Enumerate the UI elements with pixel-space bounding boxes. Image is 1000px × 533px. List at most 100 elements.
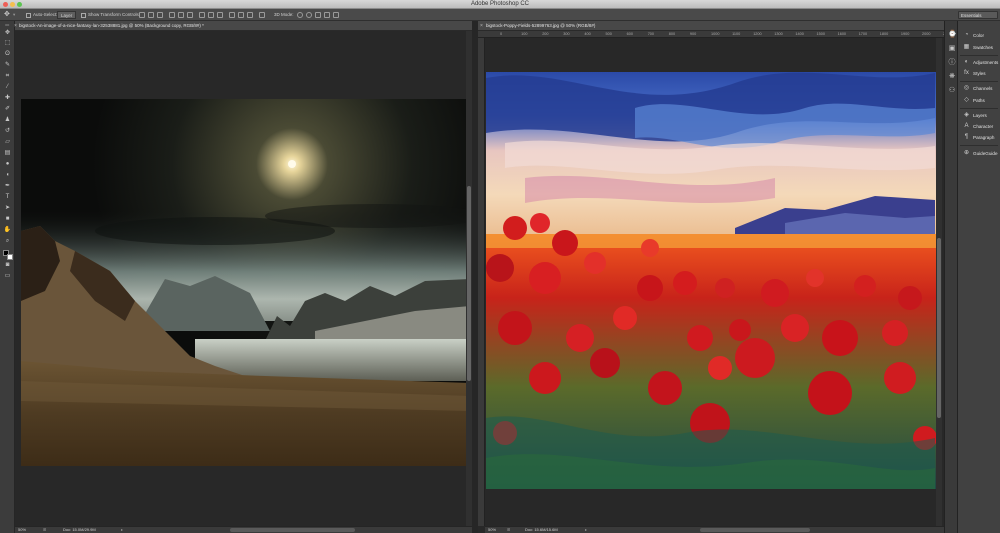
align-left-icon[interactable] — [169, 12, 175, 18]
gradient-tool-icon[interactable]: ▤ — [3, 150, 12, 157]
distribute-right-icon[interactable] — [247, 12, 253, 18]
panel-color[interactable]: ◔ Color — [958, 31, 1000, 41]
styles-icon: fx — [964, 70, 969, 76]
document-2-zoom[interactable]: 50% — [488, 527, 496, 533]
pen-tool-icon[interactable]: ✒ — [3, 183, 12, 190]
document-2-status-menu-icon[interactable]: ▸ — [585, 527, 587, 533]
align-bottom-icon[interactable] — [157, 12, 163, 18]
color-wheel-icon: ◔ — [964, 32, 969, 38]
rectangle-tool-icon[interactable]: ■ — [3, 216, 12, 223]
document-tab-2[interactable]: × bigstock-Poppy-Fields-52899763.jpg @ 5… — [478, 21, 944, 31]
move-tool-icon[interactable]: ✥ — [4, 11, 10, 19]
properties-panel-icon[interactable]: ▣ — [948, 45, 956, 53]
show-transform-checkbox[interactable] — [81, 13, 86, 18]
horizontal-ruler[interactable]: 0 100 200 300 400 500 600 700 800 900 1000 1100 1200… — [478, 31, 952, 38]
ruler-tick-label: 0 — [500, 32, 503, 36]
document-1-status-menu-icon[interactable]: ▸ — [121, 527, 123, 533]
panel-styles[interactable]: fx Styles — [958, 69, 1000, 79]
document-2-horizontal-scroll-thumb[interactable] — [700, 528, 810, 532]
eyedropper-tool-icon[interactable]: ⁄ — [3, 84, 12, 91]
panel-paragraph[interactable]: ¶ Paragraph — [958, 133, 1000, 143]
document-2-doc-info: Doc: 15.6M/15.6M — [525, 527, 558, 532]
auto-select-checkbox[interactable] — [26, 13, 31, 18]
hand-tool-icon[interactable]: ✋ — [3, 227, 12, 234]
zoom-tool-icon[interactable]: ⌕ — [3, 238, 12, 245]
options-bar: ✥ ▾ Auto-Select: Layer Show Transform Co… — [0, 9, 1000, 21]
show-transform-label: Show Transform Controls — [88, 12, 139, 17]
ruler-tick-label: 1100 — [732, 32, 741, 36]
3d-rotate-icon[interactable] — [297, 12, 303, 18]
history-panel-icon[interactable]: ⌚ — [948, 31, 957, 39]
3d-roll-icon[interactable] — [306, 12, 312, 18]
panel-layers[interactable]: ◈ Layers — [958, 111, 1000, 121]
document-2-share-icon[interactable]: ⊞ — [507, 527, 510, 533]
healing-brush-tool-icon[interactable]: ✚ — [3, 95, 12, 102]
history-brush-tool-icon[interactable]: ↺ — [3, 128, 12, 135]
ruler-tick-label: 1700 — [858, 32, 868, 36]
document-1-canvas[interactable] — [15, 31, 472, 526]
align-vertical-center-icon[interactable] — [148, 12, 154, 18]
document-2-vertical-scroll-thumb[interactable] — [937, 238, 941, 418]
screen-mode-icon[interactable]: ▭ — [3, 273, 12, 280]
panel-paragraph-label: Paragraph — [973, 135, 995, 140]
distribute-hcenter-icon[interactable] — [238, 12, 244, 18]
3d-scale-icon[interactable] — [333, 12, 339, 18]
panel-adjustments[interactable]: ◐ Adjustments — [958, 58, 1000, 68]
document-1-vertical-scroll-thumb[interactable] — [467, 186, 471, 381]
3d-slide-icon[interactable] — [324, 12, 330, 18]
poppy-fields-painting-image — [485, 38, 944, 526]
document-tab-1[interactable]: × bigstock-An-image-of-a-nice-fantasy-la… — [14, 21, 472, 31]
workspace-switcher[interactable]: Essentials — [958, 11, 998, 19]
lasso-tool-icon[interactable]: ʘ — [3, 51, 12, 58]
align-top-icon[interactable] — [139, 12, 145, 18]
ruler-tick-label: 100 — [521, 32, 528, 36]
move-tool-icon[interactable]: ✥ — [3, 30, 12, 37]
document-2-title: bigstock-Poppy-Fields-52899763.jpg @ 50%… — [486, 23, 596, 28]
panel-paths[interactable]: ◇ Paths — [958, 96, 1000, 106]
ruler-tick-label: 1800 — [879, 32, 889, 36]
distribute-top-icon[interactable] — [199, 12, 205, 18]
blur-tool-icon[interactable]: ● — [3, 161, 12, 168]
document-2-canvas[interactable] — [485, 38, 944, 526]
info-panel-icon[interactable]: ⓘ — [948, 59, 956, 67]
panel-layers-label: Layers — [973, 113, 987, 118]
brush-panel-icon[interactable]: ❋ — [948, 73, 956, 81]
quick-mask-icon[interactable]: ◙ — [3, 262, 12, 269]
document-2-vertical-scrollbar[interactable] — [936, 38, 942, 526]
clone-stamp-tool-icon[interactable]: ♟ — [3, 117, 12, 124]
panel-swatches[interactable]: ▦ Swatches — [958, 43, 1000, 53]
dodge-tool-icon[interactable]: ◖ — [3, 172, 12, 179]
document-1-horizontal-scroll-thumb[interactable] — [230, 528, 355, 532]
panel-guideguide[interactable]: ⊕ GuideGuide — [958, 149, 1000, 159]
close-document-2-icon[interactable]: × — [480, 23, 485, 29]
align-horizontal-center-icon[interactable] — [178, 12, 184, 18]
tool-preset-chevron-icon[interactable]: ▾ — [13, 11, 15, 19]
auto-select-dropdown[interactable]: Layer — [57, 11, 77, 19]
vertical-ruler[interactable] — [478, 38, 485, 526]
distribute-center-icon[interactable] — [208, 12, 214, 18]
tools-panel-grip-icon[interactable]: ▸▸ — [3, 23, 12, 27]
panel-character[interactable]: A Character — [958, 122, 1000, 132]
panel-character-label: Character — [973, 124, 994, 129]
distribute-left-icon[interactable] — [229, 12, 235, 18]
auto-align-layers-icon[interactable] — [259, 12, 265, 18]
3d-pan-icon[interactable] — [315, 12, 321, 18]
clone-source-panel-icon[interactable]: ⚇ — [948, 87, 956, 95]
layers-icon: ◈ — [964, 112, 969, 118]
panel-styles-label: Styles — [973, 71, 986, 76]
eraser-tool-icon[interactable]: ▱ — [3, 139, 12, 146]
crop-tool-icon[interactable]: ⌗ — [3, 73, 12, 80]
quick-selection-tool-icon[interactable]: ✎ — [3, 62, 12, 69]
panel-channels[interactable]: ◎ Channels — [958, 84, 1000, 94]
background-color-swatch[interactable] — [7, 254, 13, 260]
document-1-share-icon[interactable]: ⊞ — [43, 527, 46, 533]
path-selection-tool-icon[interactable]: ➤ — [3, 205, 12, 212]
distribute-bottom-icon[interactable] — [217, 12, 223, 18]
marquee-tool-icon[interactable]: ⬚ — [3, 40, 12, 47]
brush-tool-icon[interactable]: ✐ — [3, 106, 12, 113]
ruler-tick-label: 300 — [563, 32, 570, 36]
document-1-zoom[interactable]: 50% — [18, 527, 26, 533]
paragraph-icon: ¶ — [964, 134, 969, 140]
align-right-icon[interactable] — [187, 12, 193, 18]
type-tool-icon[interactable]: T — [3, 194, 12, 201]
